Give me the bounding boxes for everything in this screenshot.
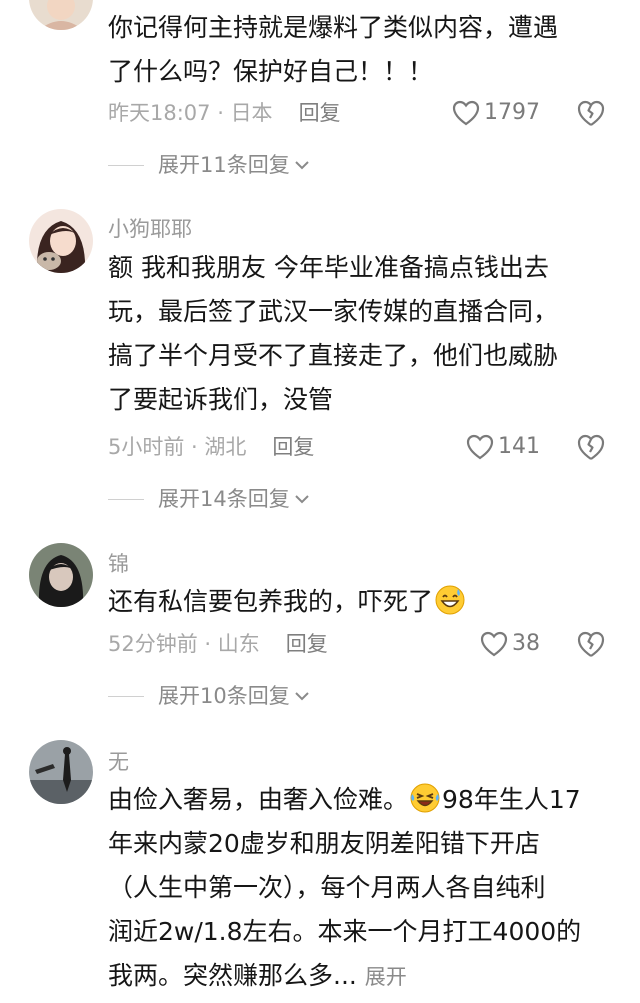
- divider-line: [108, 164, 144, 166]
- grinning-sweat-emoji: [435, 585, 465, 615]
- comment-location: 山东: [217, 632, 260, 656]
- avatar[interactable]: [29, 0, 93, 30]
- heart-icon: [452, 100, 480, 126]
- comment-time: 52分钟前: [108, 632, 198, 656]
- like-button[interactable]: 141: [466, 432, 540, 462]
- broken-heart-icon[interactable]: [576, 98, 606, 128]
- rofl-emoji: [410, 783, 440, 813]
- heart-icon: [480, 631, 508, 657]
- comment-meta: 52分钟前 · 山东 回复: [108, 632, 328, 656]
- reply-button[interactable]: 回复: [286, 632, 328, 656]
- chevron-down-icon: [295, 692, 309, 701]
- like-count: 38: [512, 631, 540, 656]
- comment-meta: 5小时前 · 湖北 回复: [108, 435, 315, 459]
- comment-text-part: 由俭入奢易，由奢入俭难。: [108, 785, 409, 814]
- divider-line: [108, 498, 144, 500]
- username[interactable]: 锦: [108, 548, 129, 578]
- username[interactable]: 无: [108, 746, 129, 776]
- comment-text-body: 还有私信要包养我的，吓死了: [108, 587, 434, 616]
- expand-replies-button[interactable]: 展开11条回复: [108, 150, 312, 180]
- expand-replies-label: 展开14条回复: [158, 487, 290, 511]
- avatar[interactable]: [29, 740, 93, 804]
- broken-heart-icon[interactable]: [576, 432, 606, 462]
- comment-location: 湖北: [204, 435, 247, 459]
- expand-text-link[interactable]: 展开: [365, 965, 407, 989]
- chevron-down-icon: [295, 161, 309, 170]
- comment-time: 5小时前: [108, 435, 185, 459]
- like-count: 141: [498, 434, 540, 459]
- comment-meta: 昨天18:07 · 日本 回复: [108, 101, 341, 125]
- comment-text: 你记得何主持就是爆料了类似内容，遭遇 了什么吗？保护好自己！！！: [108, 13, 559, 86]
- comment-text: 还有私信要包养我的，吓死了: [108, 580, 608, 624]
- broken-heart-icon[interactable]: [576, 629, 606, 659]
- like-button[interactable]: 1797: [452, 98, 540, 128]
- expand-replies-label: 展开11条回复: [158, 153, 290, 177]
- reply-button[interactable]: 回复: [299, 101, 341, 125]
- like-button[interactable]: 38: [480, 629, 540, 659]
- username[interactable]: 小狗耶耶: [108, 213, 192, 243]
- divider-line: [108, 695, 144, 697]
- like-count: 1797: [484, 100, 540, 125]
- comment-text: 由俭入奢易，由奢入俭难。 98年生人17 年来内蒙20虚岁和朋友阴差阳错下开店 （…: [108, 778, 608, 999]
- avatar[interactable]: [29, 543, 93, 607]
- comment-text: 额 我和我朋友 今年毕业准备搞点钱出去 玩，最后签了武汉一家传媒的直播合同， 搞…: [108, 253, 559, 414]
- comment-text-part: 98年生人17 年来内蒙20虚岁和朋友阴差阳错下开店 （人生中第一次），每个月两…: [108, 785, 582, 990]
- expand-replies-button[interactable]: 展开10条回复: [108, 681, 312, 711]
- heart-icon: [466, 434, 494, 460]
- avatar[interactable]: [29, 209, 93, 273]
- comment-time: 昨天18:07: [108, 101, 211, 125]
- expand-replies-label: 展开10条回复: [158, 684, 290, 708]
- comment-location: 日本: [230, 101, 273, 125]
- chevron-down-icon: [295, 495, 309, 504]
- expand-replies-button[interactable]: 展开14条回复: [108, 484, 312, 514]
- reply-button[interactable]: 回复: [272, 435, 314, 459]
